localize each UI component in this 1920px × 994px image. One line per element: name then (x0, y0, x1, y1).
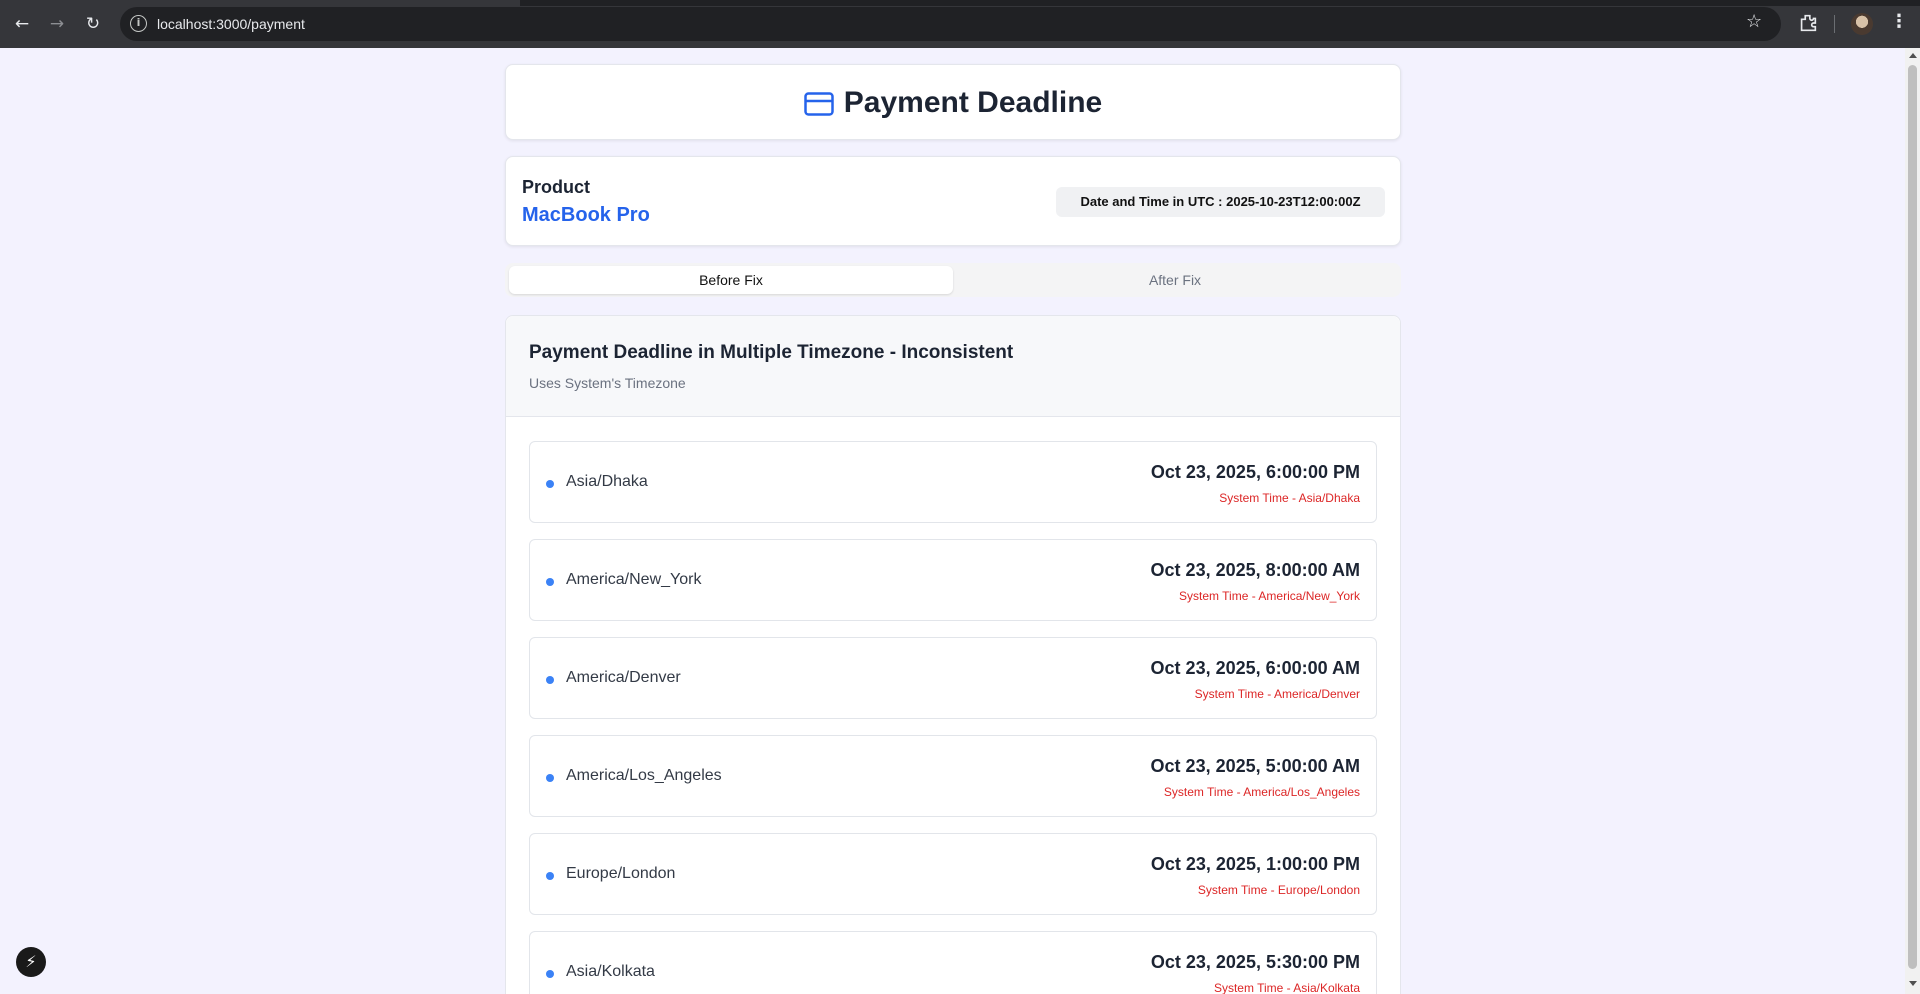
menu-kebab-icon[interactable]: ⋮ (1890, 11, 1908, 32)
deadline-time: Oct 23, 2025, 1:00:00 PM (1150, 854, 1360, 874)
panel-title: Payment Deadline in Multiple Timezone - … (529, 342, 1014, 363)
reload-icon[interactable]: ↻ (81, 12, 105, 36)
fix-tabs: Before Fix After Fix (505, 263, 1401, 297)
utc-datetime-badge: Date and Time in UTC : 2025-10-23T12:00:… (1056, 187, 1385, 217)
timezone-panel: Payment Deadline in Multiple Timezone - … (505, 315, 1401, 994)
profile-avatar[interactable] (1851, 13, 1873, 35)
toolbar-divider (1834, 15, 1835, 33)
timezone-row: America/New_York Oct 23, 2025, 8:00:00 A… (529, 539, 1377, 621)
system-time-note: System Time - Europe/London (1197, 883, 1360, 897)
deadline-time: Oct 23, 2025, 6:00:00 AM (1150, 658, 1360, 678)
forward-icon[interactable]: → (45, 12, 69, 36)
credit-card-icon (804, 92, 834, 116)
title-card: Payment Deadline (505, 64, 1401, 140)
deadline-time: Oct 23, 2025, 5:30:00 PM (1150, 952, 1360, 972)
timezone-row: Asia/Kolkata Oct 23, 2025, 5:30:00 PM Sy… (529, 931, 1377, 994)
system-time-note: System Time - Asia/Kolkata (1213, 981, 1360, 994)
extensions-icon[interactable] (1797, 12, 1819, 34)
timezone-name: America/Denver (566, 669, 681, 686)
timezone-name: Asia/Dhaka (566, 473, 648, 490)
bullet-dot (546, 480, 554, 488)
browser-toolbar: ← → ↻ i localhost:3000/payment ☆ ⋮ (0, 0, 1920, 48)
timezone-row: Asia/Dhaka Oct 23, 2025, 6:00:00 PM Syst… (529, 441, 1377, 523)
product-label: Product (522, 177, 591, 197)
product-name: MacBook Pro (522, 204, 650, 226)
deadline-time: Oct 23, 2025, 6:00:00 PM (1150, 462, 1360, 482)
site-info-icon[interactable]: i (130, 15, 147, 32)
timezone-name: America/Los_Angeles (566, 767, 722, 784)
panel-subtitle: Uses System's Timezone (529, 375, 686, 391)
deadline-time: Oct 23, 2025, 8:00:00 AM (1150, 560, 1360, 580)
bullet-dot (546, 578, 554, 586)
bullet-dot (546, 676, 554, 684)
timezone-list: Asia/Dhaka Oct 23, 2025, 6:00:00 PM Syst… (529, 441, 1377, 994)
system-time-note: System Time - America/Denver (1194, 687, 1360, 701)
url-text[interactable]: localhost:3000/payment (157, 16, 305, 32)
timezone-name: Europe/London (566, 865, 676, 882)
bullet-dot (546, 970, 554, 978)
bullet-dot (546, 872, 554, 880)
system-time-note: System Time - America/New_York (1179, 589, 1360, 603)
lightning-bolt-icon[interactable]: ⚡ (16, 947, 46, 977)
tab-strip (0, 0, 1920, 6)
tab-before-fix[interactable]: Before Fix (509, 266, 953, 294)
panel-header: Payment Deadline in Multiple Timezone - … (506, 316, 1400, 417)
scroll-up-arrow-icon[interactable] (1909, 53, 1917, 58)
system-time-note: System Time - Asia/Dhaka (1219, 491, 1360, 505)
scrollbar-thumb[interactable] (1908, 65, 1917, 969)
address-bar[interactable]: i localhost:3000/payment (120, 7, 1781, 41)
scroll-down-arrow-icon[interactable] (1909, 981, 1917, 986)
timezone-row: Europe/London Oct 23, 2025, 1:00:00 PM S… (529, 833, 1377, 915)
product-card: Product MacBook Pro Date and Time in UTC… (505, 156, 1401, 246)
timezone-name: Asia/Kolkata (566, 963, 655, 980)
page-title: Payment Deadline (843, 86, 1103, 119)
back-icon[interactable]: ← (10, 12, 34, 36)
page-scrollbar[interactable] (1905, 48, 1920, 994)
tab-after-fix[interactable]: After Fix (953, 266, 1397, 294)
timezone-name: America/New_York (566, 571, 702, 588)
bullet-dot (546, 774, 554, 782)
timezone-row: America/Denver Oct 23, 2025, 6:00:00 AM … (529, 637, 1377, 719)
system-time-note: System Time - America/Los_Angeles (1163, 785, 1360, 799)
timezone-row: America/Los_Angeles Oct 23, 2025, 5:00:0… (529, 735, 1377, 817)
bookmark-star-icon[interactable]: ☆ (1746, 11, 1762, 32)
deadline-time: Oct 23, 2025, 5:00:00 AM (1150, 756, 1360, 776)
